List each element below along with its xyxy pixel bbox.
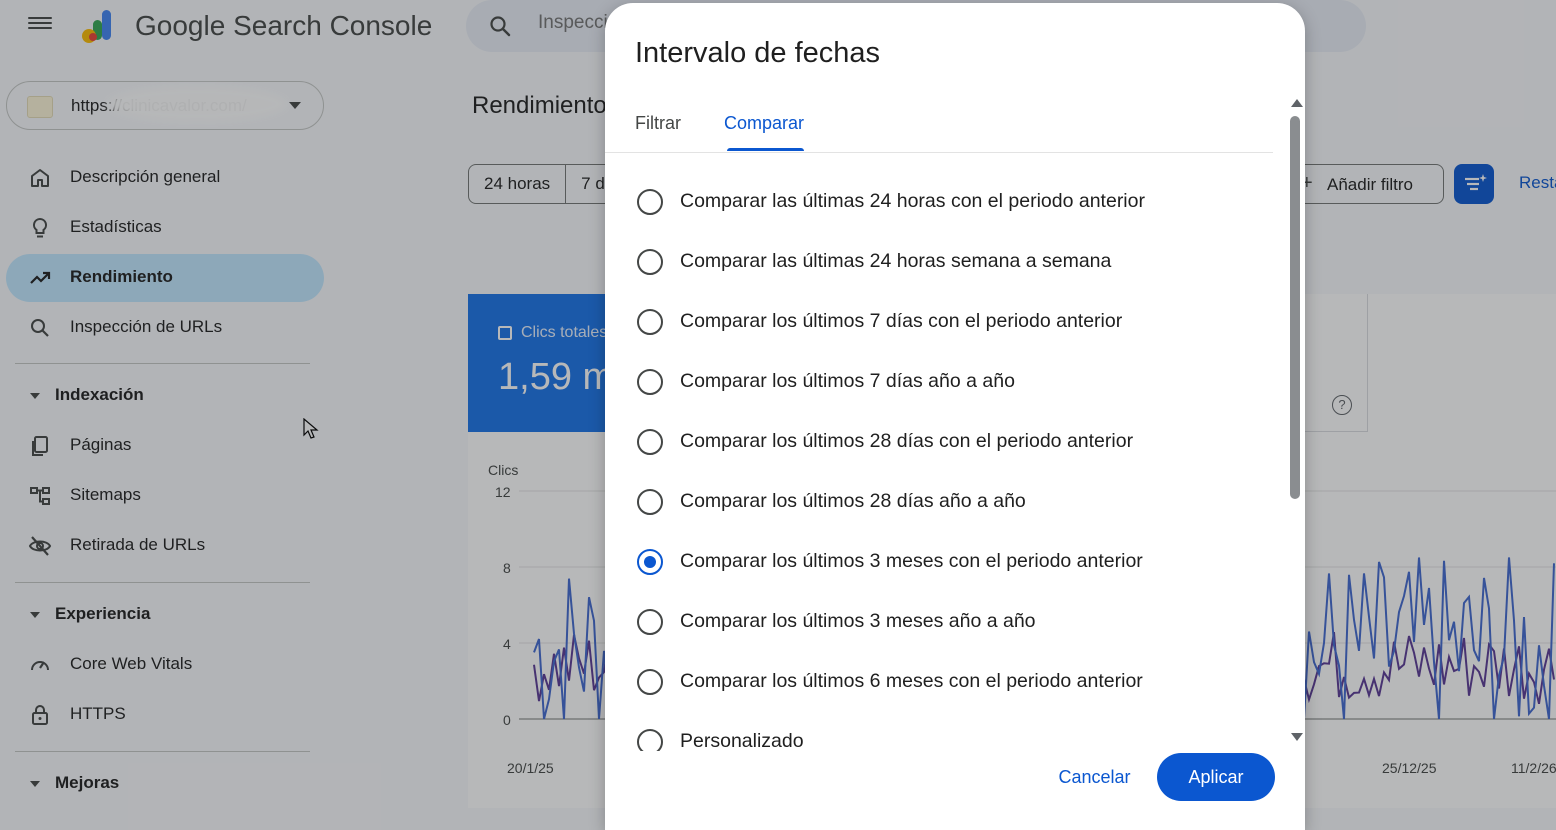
compare-option[interactable]: Comparar las últimas 24 horas con el per…	[635, 178, 1235, 226]
option-label: Comparar los últimos 28 días con el peri…	[680, 430, 1134, 452]
compare-option[interactable]: Comparar los últimos 7 días con el perio…	[635, 298, 1235, 346]
radio-icon	[637, 729, 663, 751]
option-label: Comparar las últimas 24 horas con el per…	[680, 190, 1145, 212]
option-label: Comparar los últimos 28 días año a año	[680, 490, 1026, 512]
dialog-scrollbar[interactable]	[1289, 99, 1303, 744]
compare-option[interactable]: Comparar los últimos 3 meses año a año	[635, 598, 1235, 646]
option-label: Comparar los últimos 3 meses año a año	[680, 610, 1036, 632]
option-label: Comparar los últimos 7 días año a año	[680, 370, 1015, 392]
radio-icon	[637, 309, 663, 335]
option-label: Comparar los últimos 6 meses con el peri…	[680, 670, 1143, 692]
radio-icon	[637, 249, 663, 275]
radio-icon	[637, 489, 663, 515]
compare-options-list: Comparar las últimas 24 horas con el per…	[605, 153, 1285, 751]
compare-option[interactable]: Comparar las últimas 24 horas semana a s…	[635, 238, 1235, 286]
scrollbar-thumb[interactable]	[1290, 116, 1300, 499]
compare-option[interactable]: Personalizado	[635, 718, 1235, 751]
date-range-dialog: Intervalo de fechas Filtrar Comparar Com…	[605, 3, 1305, 830]
compare-option[interactable]: Comparar los últimos 7 días año a año	[635, 358, 1235, 406]
dialog-title: Intervalo de fechas	[635, 37, 881, 69]
option-label: Comparar los últimos 7 días con el perio…	[680, 310, 1123, 332]
cancel-button[interactable]: Cancelar	[1042, 753, 1147, 801]
radio-icon	[637, 549, 663, 575]
radio-icon	[637, 609, 663, 635]
option-label: Comparar las últimas 24 horas semana a s…	[680, 250, 1112, 272]
scroll-down-arrow-icon[interactable]	[1291, 733, 1303, 741]
compare-option[interactable]: Comparar los últimos 28 días con el peri…	[635, 418, 1235, 466]
compare-option[interactable]: Comparar los últimos 6 meses con el peri…	[635, 658, 1235, 706]
radio-icon	[637, 429, 663, 455]
apply-button[interactable]: Aplicar	[1157, 753, 1275, 801]
radio-icon	[637, 369, 663, 395]
radio-icon	[637, 189, 663, 215]
option-label: Personalizado	[680, 730, 804, 751]
compare-option[interactable]: Comparar los últimos 3 meses con el peri…	[635, 538, 1235, 586]
tab-filter[interactable]: Filtrar	[635, 113, 681, 134]
tab-compare[interactable]: Comparar	[724, 113, 804, 134]
radio-icon	[637, 669, 663, 695]
active-tab-indicator	[727, 148, 804, 151]
option-label: Comparar los últimos 3 meses con el peri…	[680, 550, 1143, 572]
scroll-up-arrow-icon[interactable]	[1291, 99, 1303, 107]
compare-option[interactable]: Comparar los últimos 28 días año a año	[635, 478, 1235, 526]
